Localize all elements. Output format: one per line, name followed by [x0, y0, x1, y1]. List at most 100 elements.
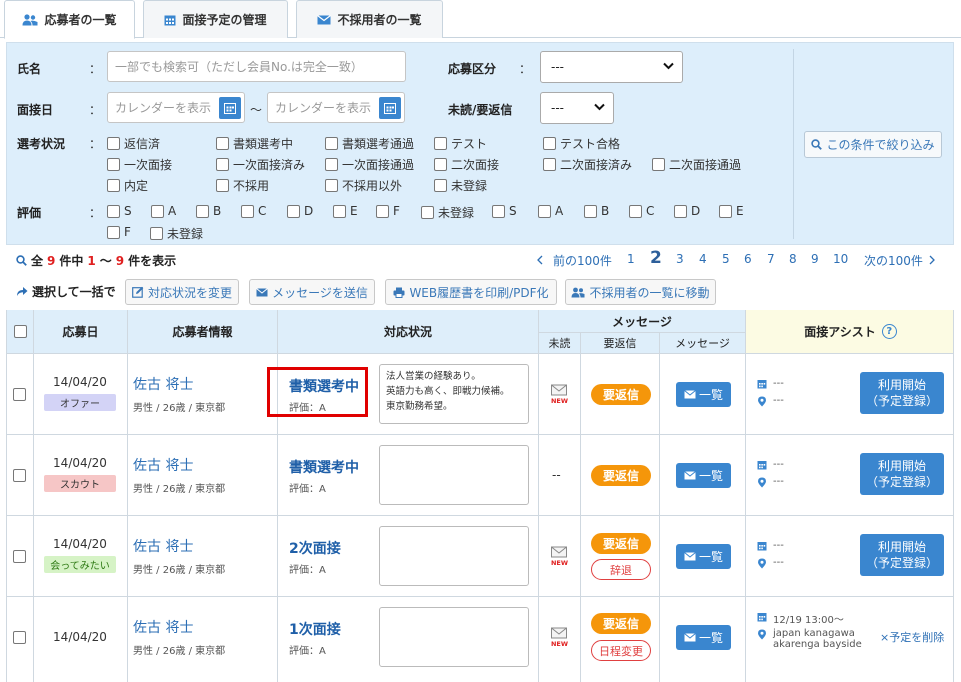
next-page-link[interactable]: 次の100件	[864, 252, 923, 269]
reply-needed-badge[interactable]: 要返信	[591, 465, 651, 486]
applicant-name-link[interactable]: 佐古 将士	[133, 536, 193, 556]
checkbox[interactable]	[150, 227, 163, 240]
page-link[interactable]: 3	[676, 252, 684, 266]
selection-status-link[interactable]: 2次面接	[289, 538, 341, 558]
rating-checkbox[interactable]: D	[287, 204, 313, 218]
delete-schedule-link[interactable]: ×予定を削除	[880, 629, 944, 645]
help-icon[interactable]: ?	[881, 324, 897, 339]
checkbox[interactable]	[719, 204, 732, 218]
checkbox[interactable]	[325, 137, 338, 150]
rating-checkbox[interactable]: 未登録	[421, 204, 474, 221]
page-link[interactable]: 8	[789, 252, 797, 266]
checkbox[interactable]	[107, 158, 120, 171]
page-link[interactable]: 6	[744, 252, 752, 266]
status-checkbox[interactable]: テスト合格	[543, 135, 620, 152]
applicant-name-link[interactable]: 佐古 将士	[133, 617, 193, 637]
calendar-button[interactable]	[219, 97, 241, 119]
page-link[interactable]: 7	[767, 252, 775, 266]
move-to-rejected-button[interactable]: 不採用者の一覧に移動	[565, 279, 716, 305]
checkbox[interactable]	[492, 204, 505, 218]
checkbox[interactable]	[216, 179, 229, 192]
memo-textarea[interactable]: 法人営業の経験あり。 英語力も高く、即戦力候補。 東京勤務希望。	[379, 364, 529, 424]
checkbox[interactable]	[652, 158, 665, 171]
status-checkbox[interactable]: 内定	[107, 177, 148, 194]
rating-checkbox[interactable]: C	[629, 204, 654, 218]
checkbox[interactable]	[434, 158, 447, 171]
date-to-input[interactable]: カレンダーを表示	[267, 92, 405, 123]
status-checkbox[interactable]: 書類選考通過	[325, 135, 414, 152]
checkbox[interactable]	[216, 137, 229, 150]
checkbox[interactable]	[287, 204, 300, 218]
calendar-button[interactable]	[379, 97, 401, 119]
status-checkbox[interactable]: 二次面接済み	[543, 156, 632, 173]
checkbox[interactable]	[584, 204, 597, 218]
status-checkbox[interactable]: 二次面接	[434, 156, 499, 173]
page-link[interactable]: 9	[811, 252, 819, 266]
rating-checkbox[interactable]: 未登録	[150, 225, 203, 242]
reply-needed-badge[interactable]: 要返信	[591, 613, 651, 634]
change-status-button[interactable]: 対応状況を変更	[125, 279, 239, 305]
prev-page-link[interactable]: 前の100件	[553, 252, 612, 269]
checkbox[interactable]	[543, 158, 556, 171]
checkbox[interactable]	[151, 204, 164, 218]
rating-checkbox[interactable]: B	[196, 204, 221, 218]
name-search-input[interactable]: 一部でも検索可（ただし会員No.は完全一致）	[107, 51, 406, 82]
checkbox[interactable]	[325, 158, 338, 171]
message-list-button[interactable]: 一覧	[676, 463, 731, 488]
page-link[interactable]: 4	[699, 252, 707, 266]
checkbox[interactable]	[241, 204, 254, 218]
applicant-name-link[interactable]: 佐古 将士	[133, 455, 193, 475]
status-checkbox[interactable]: テスト	[434, 135, 487, 152]
selection-status-link[interactable]: 1次面接	[289, 619, 341, 639]
checkbox[interactable]	[333, 204, 346, 218]
row-checkbox[interactable]	[13, 550, 26, 563]
rating-checkbox[interactable]: F	[376, 204, 400, 218]
memo-textarea[interactable]	[379, 526, 529, 586]
status-checkbox[interactable]: 不採用以外	[325, 177, 402, 194]
status-checkbox[interactable]: 一次面接通過	[325, 156, 414, 173]
reply-needed-badge[interactable]: 要返信	[591, 384, 651, 405]
declined-badge[interactable]: 辞退	[591, 559, 651, 580]
status-checkbox[interactable]: 返信済	[107, 135, 160, 152]
status-checkbox[interactable]: 一次面接	[107, 156, 172, 173]
checkbox[interactable]	[107, 225, 120, 239]
checkbox[interactable]	[107, 137, 120, 150]
chevron-right-icon[interactable]	[929, 255, 936, 265]
start-schedule-button[interactable]: 利用開始 （予定登録）	[860, 453, 944, 495]
page-link[interactable]: 10	[833, 252, 848, 266]
memo-textarea[interactable]	[379, 445, 529, 505]
checkbox[interactable]	[434, 137, 447, 150]
message-list-button[interactable]: 一覧	[676, 544, 731, 569]
memo-textarea[interactable]	[379, 607, 529, 667]
unread-select[interactable]: ---	[540, 92, 614, 124]
checkbox[interactable]	[376, 204, 389, 218]
reply-needed-badge[interactable]: 要返信	[591, 533, 651, 554]
status-checkbox[interactable]: 不採用	[216, 177, 269, 194]
rating-checkbox[interactable]: A	[151, 204, 176, 218]
page-link[interactable]: 5	[722, 252, 730, 266]
row-checkbox[interactable]	[13, 388, 26, 401]
rating-checkbox[interactable]: S	[492, 204, 517, 218]
print-resume-button[interactable]: WEB履歴書を印刷/PDF化	[385, 279, 557, 305]
rating-checkbox[interactable]: E	[719, 204, 744, 218]
rating-checkbox[interactable]: B	[584, 204, 609, 218]
selection-status-link[interactable]: 書類選考中	[289, 457, 359, 477]
filter-button[interactable]: この条件で絞り込み	[804, 131, 942, 158]
rating-checkbox[interactable]: F	[107, 225, 131, 239]
row-checkbox[interactable]	[13, 631, 26, 644]
checkbox[interactable]	[325, 179, 338, 192]
rating-checkbox[interactable]: E	[333, 204, 358, 218]
row-checkbox[interactable]	[13, 469, 26, 482]
chevron-left-icon[interactable]	[536, 255, 543, 265]
checkbox[interactable]	[543, 137, 556, 150]
checkbox[interactable]	[674, 204, 687, 218]
category-select[interactable]: ---	[540, 51, 683, 83]
send-message-button[interactable]: メッセージを送信	[249, 279, 375, 305]
status-checkbox[interactable]: 未登録	[434, 177, 487, 194]
checkbox[interactable]	[629, 204, 642, 218]
checkbox[interactable]	[421, 206, 434, 219]
checkbox[interactable]	[107, 204, 120, 218]
rating-checkbox[interactable]: C	[241, 204, 266, 218]
tab-interviews[interactable]: 面接予定の管理	[143, 0, 288, 38]
status-checkbox[interactable]: 一次面接済み	[216, 156, 305, 173]
